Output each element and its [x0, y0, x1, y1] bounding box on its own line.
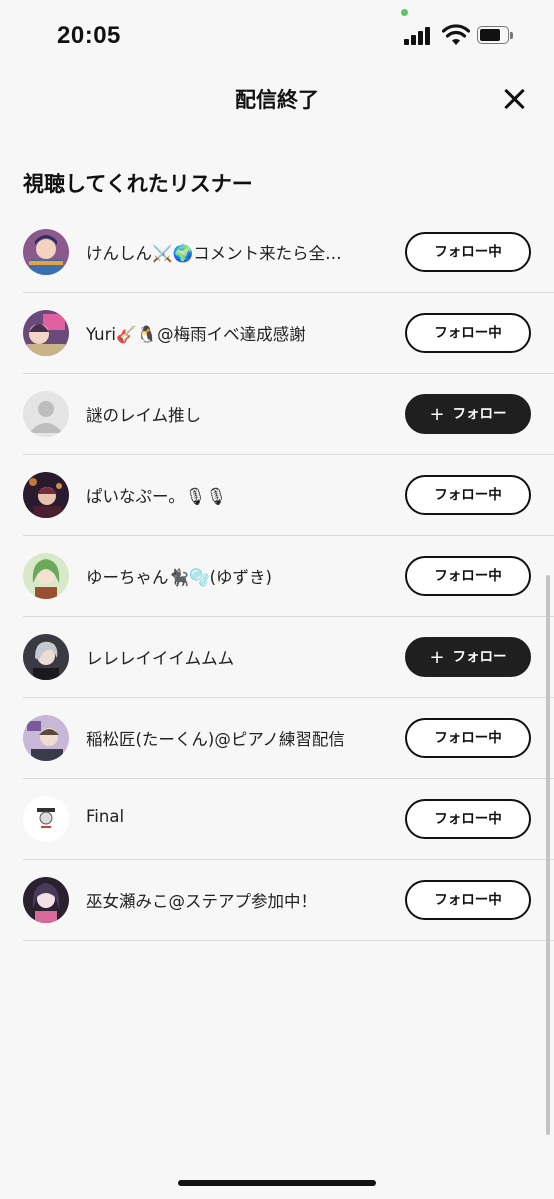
battery-icon [477, 26, 517, 46]
avatar[interactable] [23, 796, 69, 842]
avatar[interactable] [23, 310, 69, 356]
following-button[interactable]: フォロー中 [405, 232, 531, 272]
list-item: Yuri🎸🐧@梅雨イベ達成感謝 フォロー中 [23, 293, 554, 374]
listener-name: レレレイイイムムム [86, 649, 235, 668]
wifi-icon [442, 24, 470, 45]
list-item: けんしん⚔️🌍コメント来たら全… フォロー中 [23, 212, 554, 293]
list-item: 巫女瀬みこ@ステアプ参加中！ フォロー中 [23, 860, 554, 941]
home-indicator[interactable] [178, 1180, 376, 1186]
follow-button[interactable]: + フォロー [405, 637, 531, 677]
listener-name: 稲松匠(たーくん)@ピアノ練習配信 [86, 730, 345, 749]
list-item: ぱいなぷー。🎙🎙 フォロー中 [23, 455, 554, 536]
close-icon[interactable] [500, 85, 528, 113]
avatar[interactable] [23, 472, 69, 518]
list-item: ゆーちゃん🐈‍⬛🫧(ゆずき) フォロー中 [23, 536, 554, 617]
avatar[interactable] [23, 715, 69, 761]
list-item: レレレイイイムムム + フォロー [23, 617, 554, 698]
plus-icon: + [429, 404, 445, 425]
follow-label: フォロー [452, 406, 507, 422]
plus-icon: + [429, 647, 445, 668]
listener-name: けんしん⚔️🌍コメント来たら全… [86, 244, 342, 263]
listener-name: Yuri🎸🐧@梅雨イベ達成感謝 [86, 325, 306, 344]
listener-name: 謎のレイム推し [86, 406, 202, 425]
page-title: 配信終了 [235, 88, 319, 112]
avatar[interactable] [23, 553, 69, 599]
following-button[interactable]: フォロー中 [405, 799, 531, 839]
list-item: 稲松匠(たーくん)@ピアノ練習配信 フォロー中 [23, 698, 554, 779]
following-button[interactable]: フォロー中 [405, 880, 531, 920]
signal-icon [404, 27, 434, 45]
section-title: 視聴してくれたリスナー [23, 172, 253, 196]
status-bar: 20:05 [0, 0, 554, 70]
following-button[interactable]: フォロー中 [405, 475, 531, 515]
list-item: 謎のレイム推し + フォロー [23, 374, 554, 455]
avatar[interactable] [23, 634, 69, 680]
avatar[interactable] [23, 877, 69, 923]
avatar[interactable] [23, 391, 69, 437]
status-time: 20:05 [57, 22, 121, 49]
listener-name: 巫女瀬みこ@ステアプ参加中！ [86, 892, 317, 911]
listener-name: Final [86, 807, 125, 826]
following-button[interactable]: フォロー中 [405, 556, 531, 596]
listener-name: ゆーちゃん🐈‍⬛🫧(ゆずき) [86, 568, 272, 587]
listener-list: けんしん⚔️🌍コメント来たら全… フォロー中 Yuri🎸🐧@梅雨イベ達成感謝 フ… [0, 212, 554, 941]
listener-name: ぱいなぷー。🎙🎙 [86, 487, 227, 506]
follow-button[interactable]: + フォロー [405, 394, 531, 434]
scrollbar[interactable] [546, 575, 550, 1135]
list-item: Final フォロー中 [23, 779, 554, 860]
following-button[interactable]: フォロー中 [405, 718, 531, 758]
following-button[interactable]: フォロー中 [405, 313, 531, 353]
camera-indicator-dot [401, 9, 408, 16]
avatar[interactable] [23, 229, 69, 275]
follow-label: フォロー [452, 649, 507, 665]
